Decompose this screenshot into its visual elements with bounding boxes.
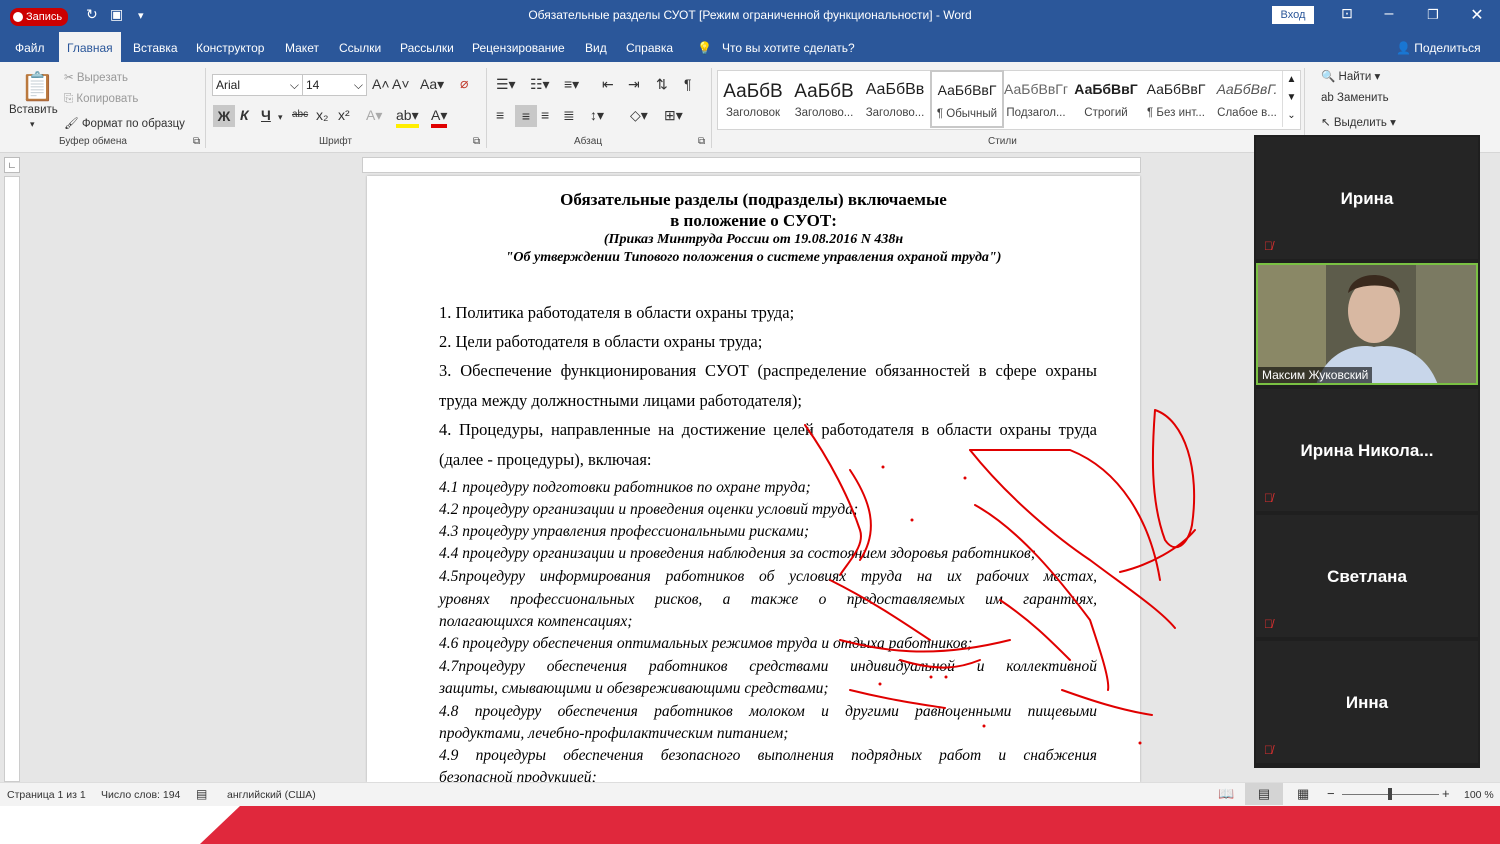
video-participants-panel: Ирина 🎙̸ Максим Жуковский Ирина Никола..… [1254,135,1480,768]
zoom-in-icon[interactable]: + [1442,786,1450,801]
page-count[interactable]: Страница 1 из 1 [7,789,86,801]
proofing-icon[interactable]: ▤ [196,787,207,801]
mic-muted-icon: 🎙̸ [1264,491,1273,505]
participant-video-tile[interactable]: Максим Жуковский [1256,263,1478,385]
status-bar: Страница 1 из 1 Число слов: 194 ▤ англий… [0,782,1500,807]
read-mode-icon[interactable]: 📖 [1218,786,1234,802]
zoom-out-icon[interactable]: − [1327,786,1335,801]
mic-muted-icon: 🎙̸ [1264,743,1273,757]
mic-muted-icon: 🎙̸ [1264,617,1273,631]
zoom-slider-thumb[interactable] [1388,788,1392,800]
participant-tile[interactable]: Ирина 🎙̸ [1256,137,1478,259]
mic-muted-icon: 🎙̸ [1264,239,1273,253]
language-indicator[interactable]: английский (США) [227,789,316,801]
participant-name-label: Максим Жуковский [1258,367,1373,383]
print-layout-icon[interactable]: ▤ [1245,783,1283,805]
participant-tile[interactable]: Ирина Никола... 🎙̸ [1256,389,1478,511]
word-count[interactable]: Число слов: 194 [101,789,180,801]
zoom-level[interactable]: 100 % [1464,789,1494,801]
bottom-red-banner [0,806,1500,844]
web-layout-icon[interactable]: ▦ [1297,786,1309,802]
participant-tile[interactable]: Инна 🎙̸ [1256,641,1478,763]
participant-tile[interactable]: Светлана 🎙̸ [1256,515,1478,637]
